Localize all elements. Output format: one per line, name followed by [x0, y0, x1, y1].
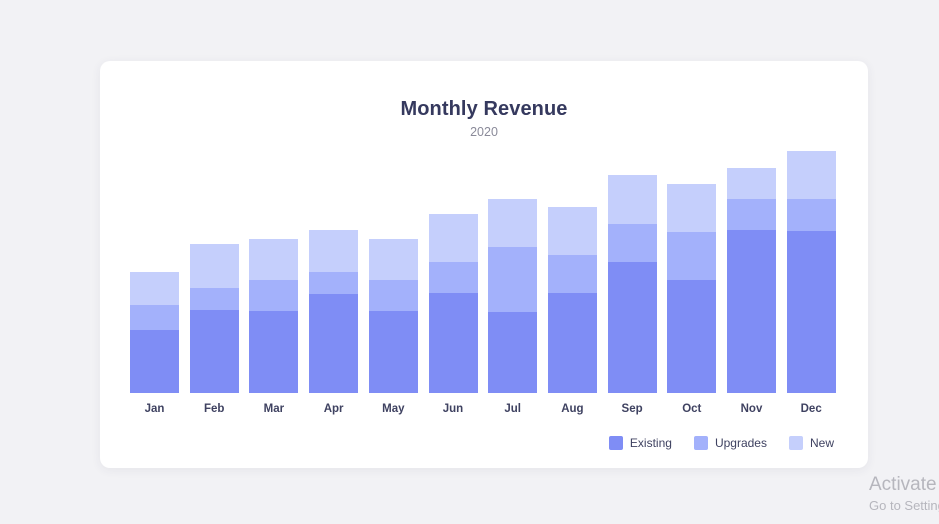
bar-segment-new[interactable]: [309, 230, 359, 272]
bar-stack-mar[interactable]: [249, 239, 299, 393]
x-axis-label-feb: Feb: [203, 403, 225, 415]
bar-segment-new[interactable]: [667, 184, 717, 232]
legend-item-upgrades[interactable]: Upgrades: [693, 436, 767, 450]
bar-segment-upgrades[interactable]: [130, 305, 179, 330]
windows-activation-watermark: Activate Windows Go to Settings to activ…: [869, 473, 939, 515]
x-axis-label-aug: Aug: [561, 403, 584, 415]
legend-swatch-new: [788, 436, 803, 450]
bar-segment-upgrades[interactable]: [547, 255, 597, 293]
x-axis-label-jun: Jun: [442, 403, 464, 415]
x-axis-label-sep: Sep: [621, 403, 643, 415]
bar-stack-jan[interactable]: [130, 272, 179, 393]
bar-segment-new[interactable]: [786, 151, 836, 199]
bar-stack-nov[interactable]: [727, 168, 776, 393]
bar-segment-existing[interactable]: [786, 231, 836, 393]
chart-card: Monthly Revenue 2020 Jan Feb Mar Apr May Jun J…: [100, 61, 868, 468]
bar-segment-existing[interactable]: [249, 311, 299, 393]
bar-segment-existing[interactable]: [309, 294, 359, 393]
x-axis-label-jul: Jul: [504, 403, 521, 415]
legend-label-upgrades: Upgrades: [714, 436, 767, 450]
bar-stack-sep[interactable]: [607, 175, 657, 393]
watermark-line-1: Activate Windows: [869, 474, 939, 495]
bar-segment-existing[interactable]: [428, 293, 478, 393]
bar-segment-upgrades[interactable]: [428, 262, 478, 293]
bar-segment-existing[interactable]: [488, 312, 538, 393]
bar-segment-new[interactable]: [607, 175, 657, 224]
bar-segment-upgrades[interactable]: [488, 247, 538, 312]
bar-stack-aug[interactable]: [547, 207, 597, 393]
bar-segment-existing[interactable]: [130, 330, 179, 393]
bar-segment-new[interactable]: [130, 272, 179, 305]
bar-segment-existing[interactable]: [727, 230, 776, 393]
bar-segment-new[interactable]: [547, 207, 597, 255]
x-axis-label-mar: Mar: [263, 403, 285, 415]
bar-segment-existing[interactable]: [667, 280, 717, 393]
bar-segment-upgrades[interactable]: [309, 272, 359, 294]
legend-label-existing: Existing: [629, 436, 672, 450]
bar-segment-upgrades[interactable]: [727, 199, 776, 230]
bar-segment-existing[interactable]: [607, 262, 657, 393]
bar-segment-existing[interactable]: [368, 311, 418, 393]
legend-swatch-existing: [608, 436, 623, 450]
x-axis-label-nov: Nov: [740, 403, 763, 415]
legend-label-new: New: [809, 436, 834, 450]
bar-stack-dec[interactable]: [786, 151, 836, 393]
legend-swatch-upgrades: [693, 436, 708, 450]
x-axis-label-dec: Dec: [800, 403, 822, 415]
bar-stack-apr[interactable]: [309, 230, 359, 393]
x-axis-label-oct: Oct: [682, 403, 702, 415]
bar-segment-upgrades[interactable]: [189, 288, 239, 310]
bar-stack-oct[interactable]: [667, 184, 717, 393]
bar-stack-may[interactable]: [368, 239, 418, 393]
bar-segment-new[interactable]: [189, 244, 239, 288]
bar-segment-upgrades[interactable]: [607, 224, 657, 262]
legend-item-new[interactable]: New: [788, 436, 834, 450]
bar-segment-new[interactable]: [727, 168, 776, 199]
stacked-bar-chart: Jan Feb Mar Apr May Jun Jul Aug Sep Oct Nov Dec: [100, 61, 868, 468]
bar-segment-existing[interactable]: [189, 310, 239, 393]
bar-segment-upgrades[interactable]: [368, 280, 418, 311]
x-axis-label-may: May: [382, 403, 405, 415]
legend-item-existing[interactable]: Existing: [608, 436, 672, 450]
bar-segment-existing[interactable]: [547, 293, 597, 393]
chart-legend: Existing Upgrades New: [100, 436, 868, 450]
bar-segment-upgrades[interactable]: [249, 280, 299, 311]
bar-stack-jul[interactable]: [488, 199, 538, 393]
bar-segment-new[interactable]: [488, 199, 538, 247]
bar-segment-upgrades[interactable]: [667, 232, 717, 280]
watermark-line-2: Go to Settings to activate: [869, 498, 939, 513]
bar-stack-jun[interactable]: [428, 214, 478, 393]
x-axis-label-apr: Apr: [323, 403, 344, 415]
x-axis-label-jan: Jan: [144, 403, 165, 415]
bar-segment-new[interactable]: [428, 214, 478, 262]
bar-segment-upgrades[interactable]: [786, 199, 836, 231]
bar-segment-new[interactable]: [368, 239, 418, 280]
bar-segment-new[interactable]: [249, 239, 299, 280]
bar-stack-feb[interactable]: [189, 244, 239, 393]
